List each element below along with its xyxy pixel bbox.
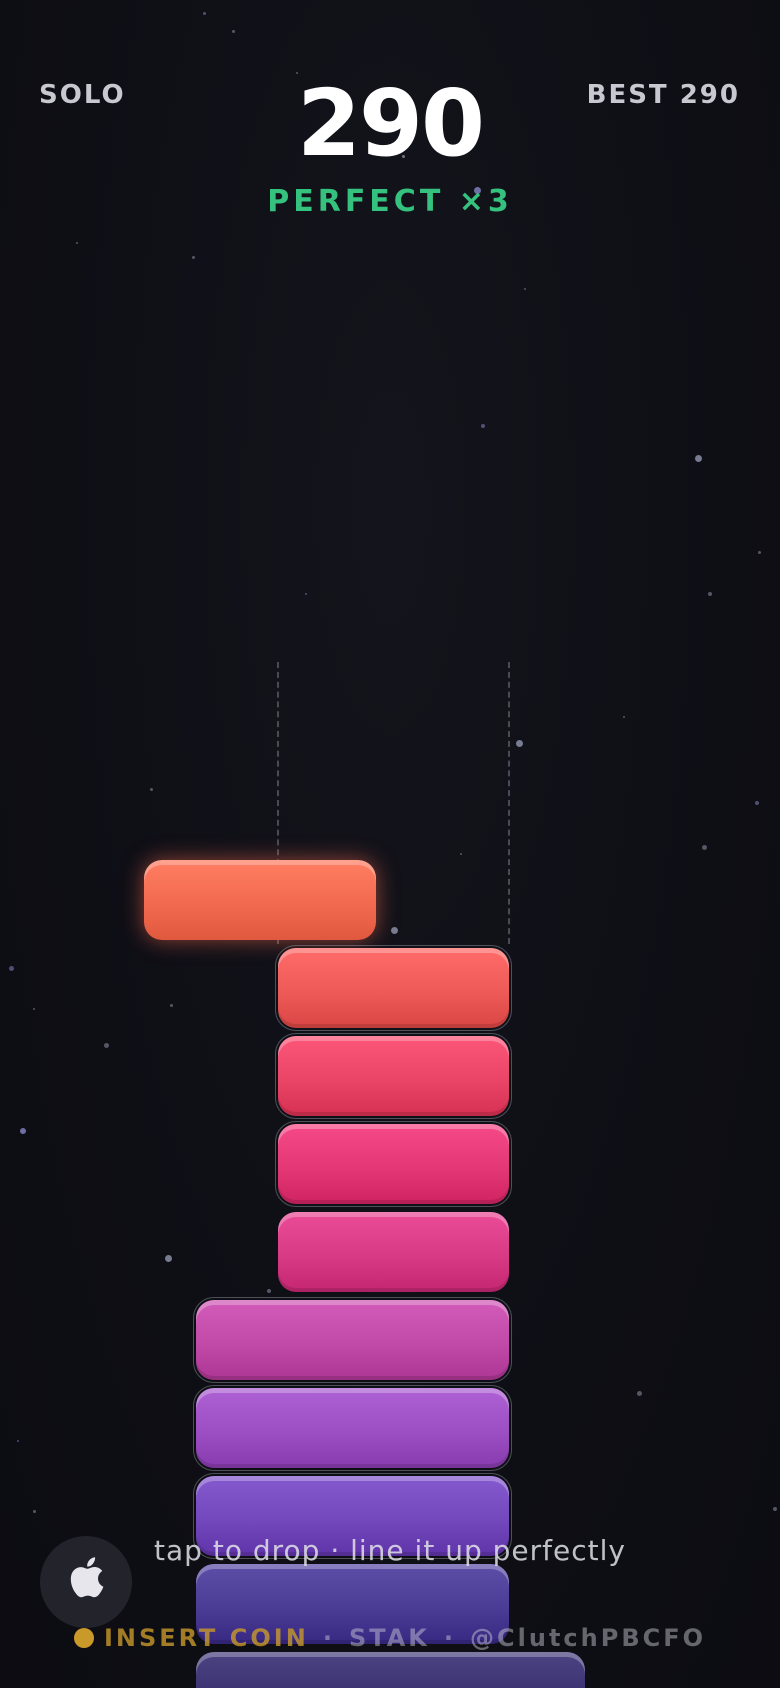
star	[695, 455, 702, 462]
star	[17, 1440, 19, 1442]
star	[170, 1004, 173, 1007]
footer: INSERT COIN · STAK · @ClutchPBCFO	[0, 1624, 780, 1652]
author-handle[interactable]: @ClutchPBCFO	[470, 1624, 706, 1652]
star	[33, 1008, 35, 1010]
game-stage[interactable]: SOLO 290 BEST 290 PERFECT ×3 tap to drop…	[0, 0, 780, 1688]
stack-block	[275, 1121, 512, 1207]
stack-block	[278, 1212, 509, 1292]
apple-icon	[67, 1555, 105, 1609]
guide-line-right	[508, 662, 510, 944]
star	[755, 801, 759, 805]
star	[481, 424, 485, 428]
star	[267, 1289, 271, 1293]
star	[20, 1128, 26, 1134]
star	[305, 593, 307, 595]
star	[104, 1043, 109, 1048]
star	[165, 1255, 172, 1262]
insert-coin-link[interactable]: INSERT COIN	[104, 1624, 309, 1652]
stack-block	[196, 1652, 585, 1688]
star	[150, 788, 153, 791]
star	[391, 927, 398, 934]
star	[702, 845, 707, 850]
star	[623, 716, 625, 718]
star	[708, 592, 712, 596]
coin-icon	[73, 1628, 94, 1648]
star	[192, 256, 195, 259]
star	[9, 966, 14, 971]
stack-block	[275, 1033, 512, 1119]
apple-button[interactable]	[40, 1536, 132, 1628]
best-score: BEST 290	[586, 80, 740, 110]
star	[773, 1507, 777, 1511]
footer-separator: ·	[443, 1624, 457, 1652]
star	[637, 1391, 642, 1396]
moving-block[interactable]	[144, 860, 376, 940]
star	[203, 12, 206, 15]
star	[76, 242, 78, 244]
star	[516, 740, 523, 747]
stack-block	[275, 945, 512, 1031]
star	[33, 1510, 36, 1513]
perfect-combo: PERFECT ×3	[267, 184, 513, 219]
stack-block	[193, 1297, 512, 1383]
star	[232, 30, 235, 33]
star	[524, 288, 526, 290]
footer-separator: ·	[322, 1624, 335, 1652]
game-name: STAK	[348, 1624, 430, 1652]
star	[758, 551, 761, 554]
star	[460, 853, 462, 855]
stack-block	[193, 1385, 512, 1471]
